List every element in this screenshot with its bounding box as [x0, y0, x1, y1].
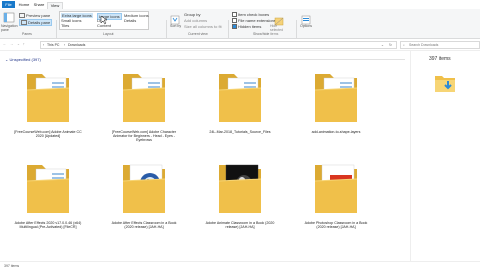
details-pane-label: Details pane: [28, 20, 51, 25]
breadcrumb-this-pc[interactable]: This PC: [47, 43, 59, 47]
tab-file[interactable]: File: [2, 1, 15, 8]
preview-pane-button[interactable]: Preview pane: [19, 13, 51, 19]
folder-icon: [26, 165, 70, 213]
status-item-count: 397 items: [4, 264, 20, 268]
options-button[interactable]: [301, 12, 311, 25]
list-item[interactable]: Adobe Animate Classroom in a Book (2020 …: [204, 159, 276, 249]
address-bar[interactable]: › This PC › Downloads ⌄ ↻: [40, 41, 397, 49]
details-pane-icon: [21, 20, 27, 26]
sort-by-label: Sort by: [170, 24, 182, 28]
navigation-pane-button[interactable]: [3, 11, 15, 23]
item-name: [FreeCourseWeb.com] Adobe Character Anim…: [111, 130, 177, 143]
search-input[interactable]: ⌕ Search Downloads: [400, 41, 480, 49]
folder-icon: [218, 164, 262, 213]
details-count: 397 items: [429, 56, 451, 62]
list-item[interactable]: 24L-Mar-2018_Tutorials_Source_Files: [204, 68, 276, 158]
folder-icon: [122, 164, 166, 213]
up-button[interactable]: ↑: [23, 42, 25, 46]
group-label-layout: Layout: [103, 32, 114, 36]
navigation-pane-label: Navigation pane: [1, 24, 18, 32]
folder-icon: [314, 74, 358, 122]
file-name-extensions-label: File name extensions: [238, 18, 276, 23]
details-pane-button[interactable]: Details pane: [19, 19, 53, 27]
hidden-items-toggle[interactable]: Hidden items: [232, 24, 262, 30]
size-columns-button[interactable]: Size all columns to fit: [184, 24, 222, 29]
folder-icon: [122, 74, 166, 122]
forward-button[interactable]: →: [10, 42, 14, 46]
hide-selected-items-label: Hide selected items: [270, 24, 284, 36]
item-name: Adobe After Effects 2020 v17.0.0.46 (x64…: [14, 221, 82, 230]
hidden-items-label: Hidden items: [238, 24, 262, 29]
preview-pane-icon: [19, 13, 25, 19]
checkbox: [232, 12, 237, 18]
tab-home[interactable]: Home: [17, 2, 31, 8]
checkbox: [232, 18, 237, 24]
search-placeholder: Search Downloads: [409, 43, 439, 47]
navigation-pane-icon: [3, 12, 15, 23]
list-item[interactable]: Adobe After Effects 2020 v17.0.0.46 (x64…: [12, 159, 84, 249]
group-label-show-hide: Show/hide: [253, 32, 270, 36]
group-by-button[interactable]: Group by: [184, 12, 200, 17]
list-item[interactable]: [FreeCourseWeb.com] Adobe Animate CC 202…: [12, 68, 84, 158]
item-name: Adobe Animate Classroom in a Book (2020 …: [205, 221, 275, 230]
item-name: Adobe Photoshop Classroom in a Book (202…: [304, 221, 368, 230]
item-name: Adobe After Effects Classroom in a Book …: [111, 221, 177, 230]
options-label: Options: [300, 24, 313, 28]
address-dropdown-icon[interactable]: ⌄: [381, 43, 384, 47]
group-label-panes: Panes: [22, 32, 32, 36]
checkbox-checked: [232, 24, 237, 30]
hide-selected-items-button[interactable]: [274, 13, 284, 26]
item-check-boxes-label: Item check boxes: [238, 12, 270, 17]
list-item[interactable]: PDF Adobe Photoshop Classroom in a Book (…: [300, 159, 372, 249]
details-pane: 397 items: [410, 51, 480, 261]
group-label-current-view: Current view: [188, 32, 208, 36]
folder-icon: [26, 74, 70, 122]
refresh-icon[interactable]: ↻: [389, 43, 392, 47]
tab-share[interactable]: Share: [32, 2, 46, 8]
tab-view[interactable]: View: [47, 2, 63, 9]
list-item[interactable]: add-animation-to-shape-layers: [300, 68, 372, 158]
downloads-folder-icon: [435, 76, 455, 92]
item-check-boxes-toggle[interactable]: Item check boxes: [232, 12, 270, 18]
folder-icon: PDF: [314, 164, 358, 213]
preview-pane-label: Preview pane: [26, 13, 51, 18]
items-grid: [FreeCourseWeb.com] Adobe Animate CC 202…: [0, 51, 410, 261]
folder-icon: [218, 74, 262, 122]
path-separator: ›: [64, 43, 66, 47]
back-button[interactable]: ←: [3, 42, 7, 46]
recent-locations-button[interactable]: ⌄: [17, 42, 20, 46]
search-icon: ⌕: [403, 43, 405, 47]
pointer-icon: [100, 15, 108, 25]
add-columns-button[interactable]: Add columns: [184, 18, 207, 23]
file-name-extensions-toggle[interactable]: File name extensions: [232, 18, 276, 24]
list-item[interactable]: Adobe After Effects Classroom in a Book …: [108, 159, 180, 249]
item-name: [FreeCourseWeb.com] Adobe Animate CC 202…: [14, 130, 82, 139]
item-name: add-animation-to-shape-layers: [311, 130, 361, 134]
ribbon: Navigation pane Preview pane Details pan…: [0, 9, 480, 44]
list-item[interactable]: [FreeCourseWeb.com] Adobe Character Anim…: [108, 68, 180, 158]
layout-option[interactable]: Details: [124, 18, 136, 23]
sort-by-button[interactable]: [170, 12, 180, 25]
layout-option[interactable]: Tiles: [61, 23, 69, 28]
path-separator: ›: [43, 43, 45, 47]
breadcrumb-downloads[interactable]: Downloads: [68, 43, 85, 47]
item-name: 24L-Mar-2018_Tutorials_Source_Files: [209, 130, 271, 134]
